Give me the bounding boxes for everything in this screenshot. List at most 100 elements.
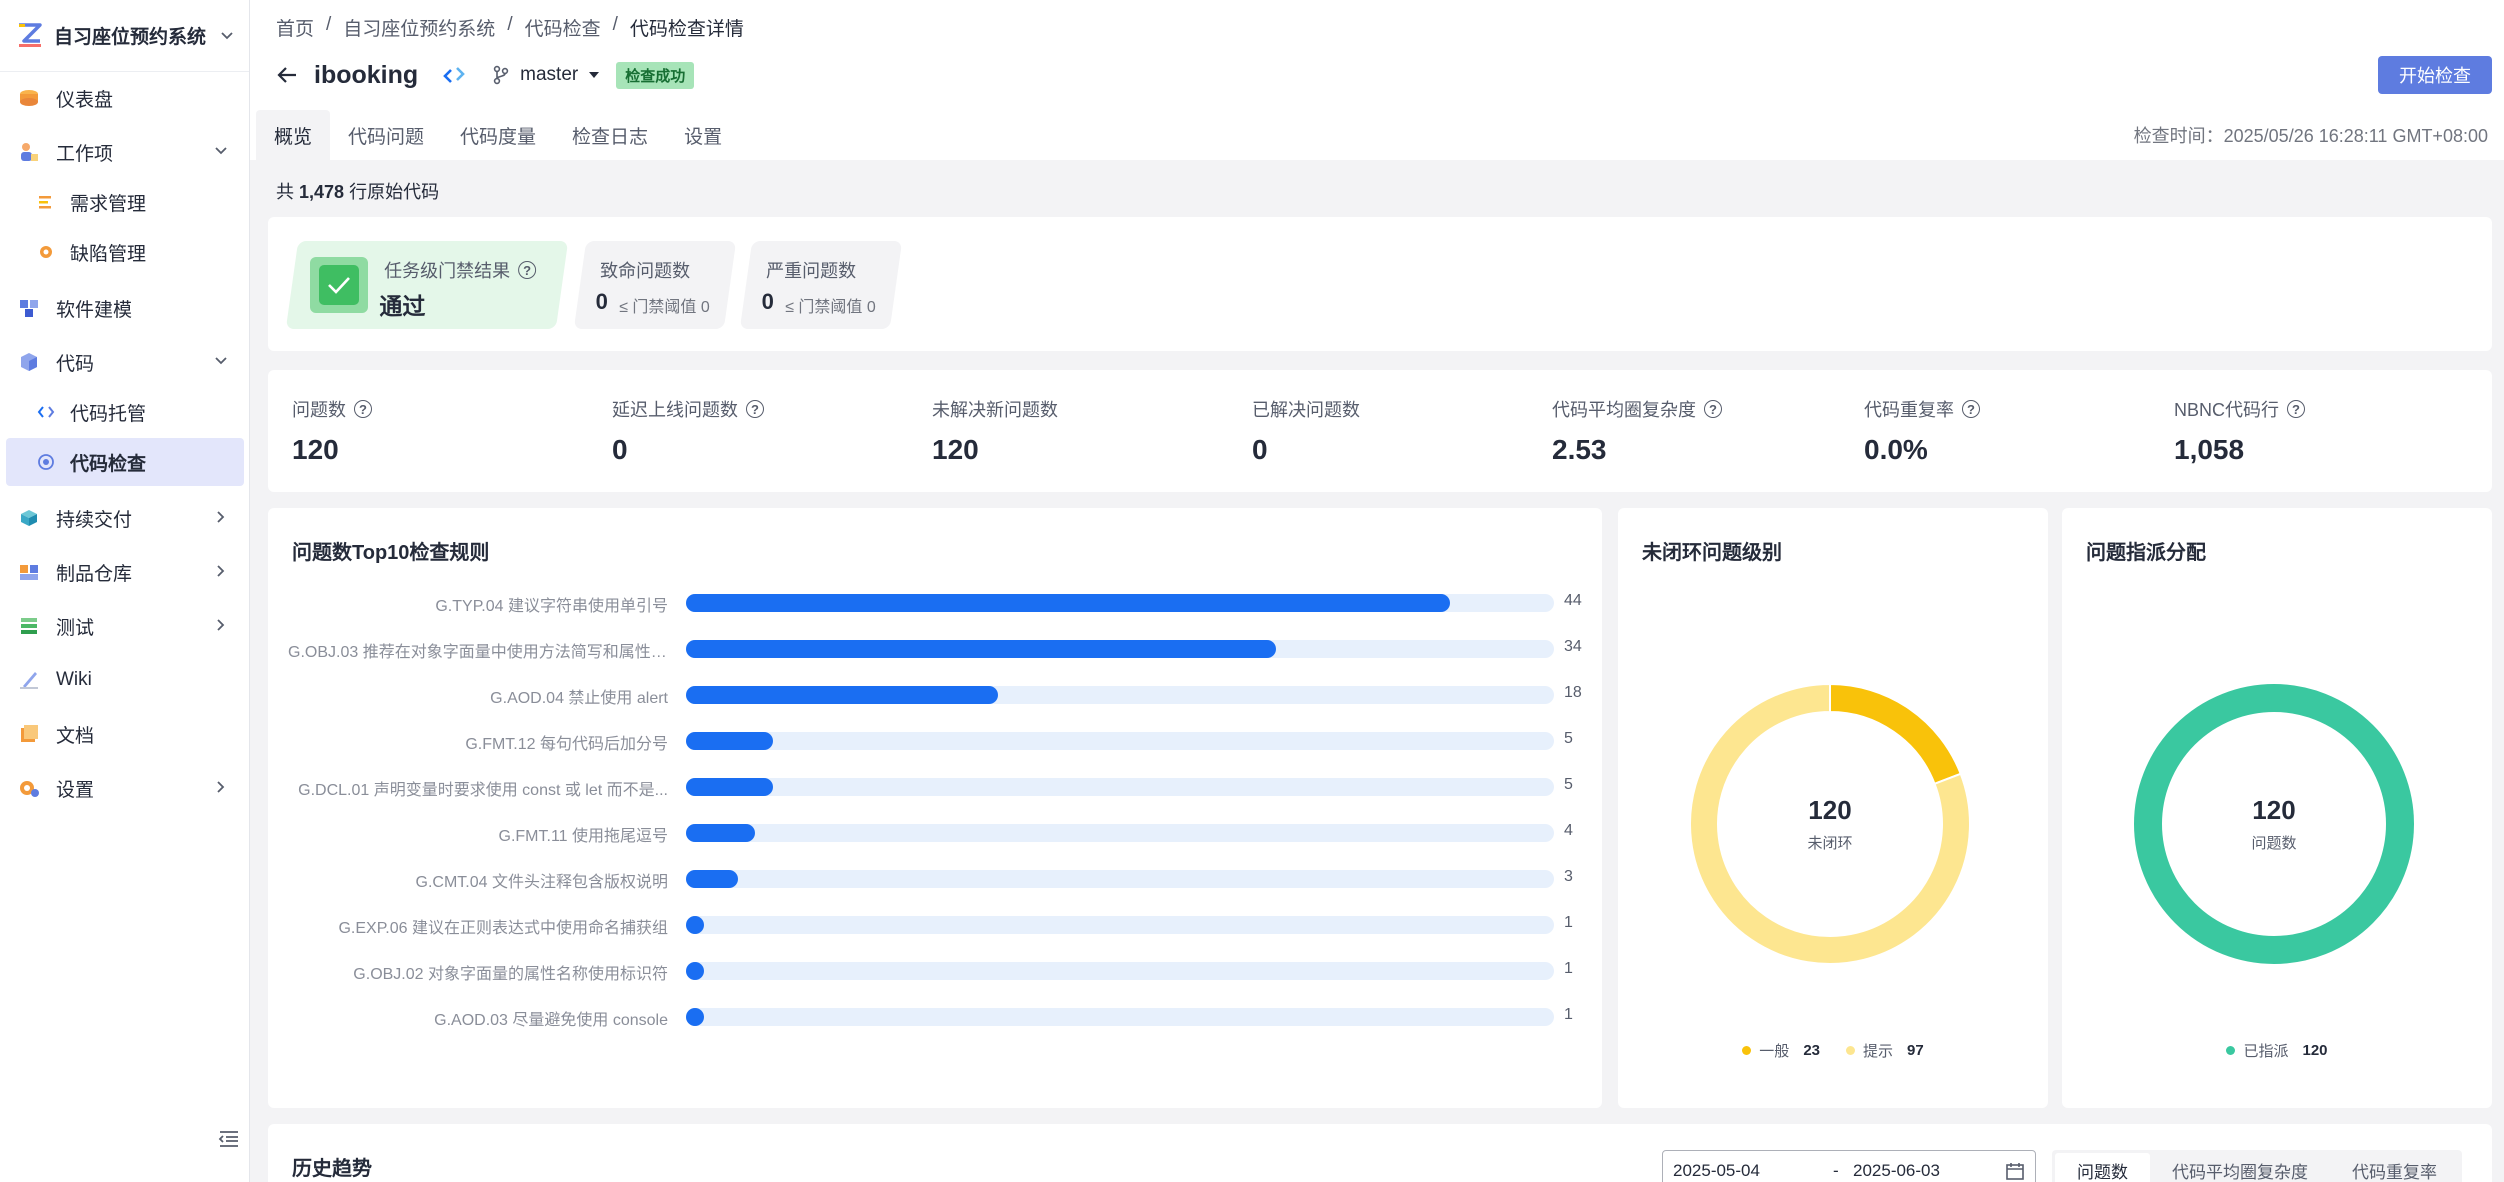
sidebar-item-settings[interactable]: 设置 — [6, 764, 244, 812]
breadcrumb-separator: / — [507, 14, 513, 35]
lines-summary: 共 1,478 行原始代码 — [276, 178, 439, 204]
sidebar-item-label: 文档 — [56, 725, 95, 747]
bar-value: 1 — [1564, 1006, 1573, 1023]
legend-dot — [1742, 1046, 1752, 1055]
donut-center: 120 问题数 — [2124, 674, 2424, 974]
bar-row[interactable]: G.CMT.04 文件头注释包含版权说明 3 — [268, 866, 1602, 891]
sidebar-item-docs[interactable]: 文档 — [6, 710, 244, 758]
sidebar-item-code-hosting[interactable]: 代码托管 — [6, 388, 244, 436]
bar-row[interactable]: G.FMT.11 使用拖尾逗号 4 — [268, 820, 1602, 845]
repo-link-icon[interactable] — [442, 64, 466, 86]
legend-label: 提示 — [1863, 1043, 1894, 1060]
bar-fill — [686, 916, 704, 934]
bar-value: 34 — [1564, 638, 1582, 655]
legend-value: 97 — [1907, 1042, 1924, 1059]
metric-value: 0 — [1252, 434, 1268, 465]
bar-fill — [686, 1008, 704, 1026]
sidebar-item-wiki[interactable]: Wiki — [6, 656, 244, 704]
bar-label: G.FMT.11 使用拖尾逗号 — [498, 828, 669, 845]
bar-row[interactable]: G.AOD.04 禁止使用 alert 18 — [268, 682, 1602, 707]
date-range-picker[interactable]: 2025-05-04 - 2025-06-03 — [1662, 1150, 2036, 1182]
legend-label: 已指派 — [2243, 1043, 2289, 1060]
bar-row[interactable]: G.TYP.04 建议字符串使用单引号 44 — [268, 590, 1602, 615]
bar-fill — [686, 594, 1450, 612]
sidebar-item-defects[interactable]: 缺陷管理 — [6, 228, 244, 276]
chevron-down-icon — [215, 147, 227, 155]
donut-total: 120 — [1808, 795, 1852, 825]
metric-label: 已解决问题数 — [1252, 400, 1360, 420]
branch-selector[interactable]: master — [520, 64, 578, 86]
sidebar-item-label: Wiki — [56, 669, 92, 690]
gate-pass-badge — [310, 257, 368, 313]
tab-overview[interactable]: 概览 — [256, 110, 331, 160]
help-icon[interactable]: ? — [746, 400, 764, 418]
metric-value: 2.53 — [1552, 434, 1607, 465]
tab-settings[interactable]: 设置 — [666, 110, 740, 160]
help-icon[interactable]: ? — [2287, 400, 2306, 418]
bar-fill — [686, 640, 1277, 658]
start-check-button[interactable]: 开始检查 — [2378, 56, 2492, 94]
back-arrow-icon[interactable] — [276, 64, 298, 86]
project-switcher[interactable]: 自习座位预约系统 — [0, 0, 249, 72]
bar-row[interactable]: G.EXP.06 建议在正则表达式中使用命名捕获组 1 — [268, 912, 1602, 937]
sidebar-item-delivery[interactable]: 持续交付 — [6, 494, 244, 542]
date-from[interactable]: 2025-05-04 — [1673, 1161, 1760, 1181]
legend-item[interactable]: 提示 97 — [1846, 1040, 1924, 1061]
date-to[interactable]: 2025-06-03 — [1853, 1161, 1940, 1181]
fatal-threshold: ≤ 门禁阈值 0 — [619, 299, 710, 316]
gate-value: 通过 — [379, 293, 426, 319]
metric-label: NBNC代码行 — [2174, 400, 2280, 420]
bar-row[interactable]: G.OBJ.03 推荐在对象字面量中使用方法简写和属性简写 34 — [268, 636, 1602, 661]
sidebar-item-code[interactable]: 代码 — [6, 338, 244, 386]
sidebar-item-modeling[interactable]: 软件建模 — [6, 284, 244, 332]
metric-value: 120 — [932, 434, 979, 465]
bar-row[interactable]: G.OBJ.02 对象字面量的属性名称使用标识符 1 — [268, 958, 1602, 983]
breadcrumb-code-check[interactable]: 代码检查 — [525, 14, 601, 41]
bar-label: G.TYP.04 建议字符串使用单引号 — [435, 598, 668, 615]
sidebar-item-code-check[interactable]: 代码检查 — [6, 438, 244, 486]
issue-level-donut: 120 未闭环 — [1680, 674, 1980, 979]
trend-tab-issues[interactable]: 问题数 — [2055, 1153, 2150, 1182]
bar-row[interactable]: G.FMT.12 每句代码后加分号 5 — [268, 728, 1602, 753]
bar-label: G.EXP.06 建议在正则表达式中使用命名捕获组 — [338, 920, 668, 937]
bar-row[interactable]: G.AOD.03 尽量避免使用 console 1 — [268, 1004, 1602, 1029]
chevron-down-icon — [215, 357, 227, 365]
bar-value: 5 — [1564, 776, 1573, 793]
issue-assign-donut: 120 问题数 — [2124, 674, 2424, 979]
sidebar-item-requirements[interactable]: 需求管理 — [6, 178, 244, 226]
breadcrumb-project[interactable]: 自习座位预约系统 — [343, 14, 495, 41]
breadcrumb-home[interactable]: 首页 — [276, 14, 314, 41]
tab-code-metrics[interactable]: 代码度量 — [442, 110, 554, 160]
trend-tab-complexity[interactable]: 代码平均圈复杂度 — [2150, 1153, 2330, 1182]
trend-tab-duplication[interactable]: 代码重复率 — [2330, 1153, 2459, 1182]
project-name: 自习座位预约系统 — [54, 27, 207, 48]
help-icon[interactable]: ? — [1962, 400, 1980, 418]
gate-label: 任务级门禁结果 — [384, 261, 511, 281]
card-title: 问题数Top10检查规则 — [292, 542, 490, 564]
legend-item[interactable]: 已指派 120 — [2226, 1040, 2328, 1061]
trend-tab-group: 问题数 代码平均圈复杂度 代码重复率 — [2052, 1150, 2462, 1182]
sidebar-item-label: 仪表盘 — [56, 89, 114, 111]
metric-unresolved-new: 未解决新问题数 120 — [932, 396, 1058, 466]
calendar-icon[interactable] — [2005, 1161, 2025, 1181]
legend-item[interactable]: 一般 23 — [1742, 1040, 1820, 1061]
caret-down-icon[interactable] — [588, 70, 600, 80]
severe-label: 严重问题数 — [766, 261, 857, 281]
sidebar-item-dashboard[interactable]: 仪表盘 — [6, 74, 244, 122]
breadcrumb-separator: / — [612, 14, 618, 35]
sidebar-item-artifacts[interactable]: 制品仓库 — [6, 548, 244, 596]
sidebar-item-label: 设置 — [56, 779, 95, 801]
chevron-right-icon — [217, 565, 225, 577]
collapse-sidebar-icon[interactable] — [218, 1128, 240, 1150]
bar-row[interactable]: G.DCL.01 声明变量时要求使用 const 或 let 而不是... 5 — [268, 774, 1602, 799]
breadcrumb: 首页 / 自习座位预约系统 / 代码检查 / 代码检查详情 — [276, 14, 744, 41]
sidebar-item-workitems[interactable]: 工作项 — [6, 128, 244, 176]
help-icon[interactable]: ? — [354, 400, 372, 418]
page-header: 首页 / 自习座位预约系统 / 代码检查 / 代码检查详情 ibooking m… — [250, 0, 2504, 160]
sidebar-item-testing[interactable]: 测试 — [6, 602, 244, 650]
tab-check-log[interactable]: 检查日志 — [554, 110, 666, 160]
tab-code-issues[interactable]: 代码问题 — [330, 110, 442, 160]
help-icon[interactable]: ? — [518, 261, 537, 279]
sidebar-item-label: 代码 — [56, 353, 95, 375]
help-icon[interactable]: ? — [1704, 400, 1722, 418]
